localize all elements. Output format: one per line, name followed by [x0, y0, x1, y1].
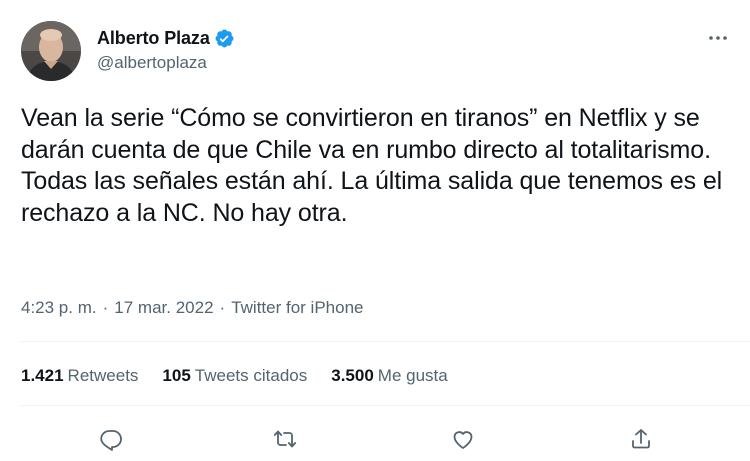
author-block: Alberto Plaza @albertoplaza: [97, 26, 235, 73]
tweet-date[interactable]: 17 mar. 2022: [114, 298, 213, 318]
tweet-text: Vean la serie “Cómo se convirtieron en t…: [21, 104, 723, 227]
stat-label: Retweets: [67, 366, 139, 385]
reply-icon: [100, 430, 122, 451]
share-button[interactable]: [627, 425, 655, 453]
author-handle[interactable]: @albertoplaza: [97, 53, 235, 73]
retweet-button[interactable]: [271, 425, 299, 453]
stat-value: 1.421: [21, 366, 64, 385]
stat-likes[interactable]: 3.500 Me gusta: [331, 366, 447, 386]
stat-label: Me gusta: [377, 366, 448, 385]
tweet-card: Alberto Plaza @albertoplaza Vean la seri…: [0, 0, 750, 461]
more-icon[interactable]: [706, 26, 730, 50]
author-name[interactable]: Alberto Plaza: [97, 28, 210, 49]
like-button[interactable]: [449, 425, 477, 453]
meta-separator: ·: [219, 298, 226, 317]
stat-label: Tweets citados: [194, 366, 308, 385]
stat-value: 105: [162, 366, 191, 385]
avatar-photo: [21, 21, 81, 81]
stat-value: 3.500: [331, 366, 374, 385]
verified-badge-icon: [214, 28, 235, 49]
divider: [21, 341, 750, 342]
reply-button[interactable]: [97, 425, 125, 453]
tweet-meta: 4:23 p. m. · 17 mar. 2022 · Twitter for …: [21, 298, 363, 318]
divider: [21, 405, 750, 406]
tweet-source[interactable]: Twitter for iPhone: [231, 298, 363, 318]
stat-quote-tweets[interactable]: 105 Tweets citados: [162, 366, 307, 386]
share-icon: [632, 429, 650, 449]
tweet-time[interactable]: 4:23 p. m.: [21, 298, 97, 318]
name-row: Alberto Plaza: [97, 26, 235, 50]
action-bar: [0, 425, 750, 453]
avatar[interactable]: [21, 21, 81, 81]
meta-separator: ·: [102, 298, 109, 317]
heart-icon: [453, 431, 473, 449]
tweet-stats: 1.421 Retweets 105 Tweets citados 3.500 …: [21, 366, 472, 386]
stat-retweets[interactable]: 1.421 Retweets: [21, 366, 138, 386]
retweet-icon: [273, 430, 297, 448]
